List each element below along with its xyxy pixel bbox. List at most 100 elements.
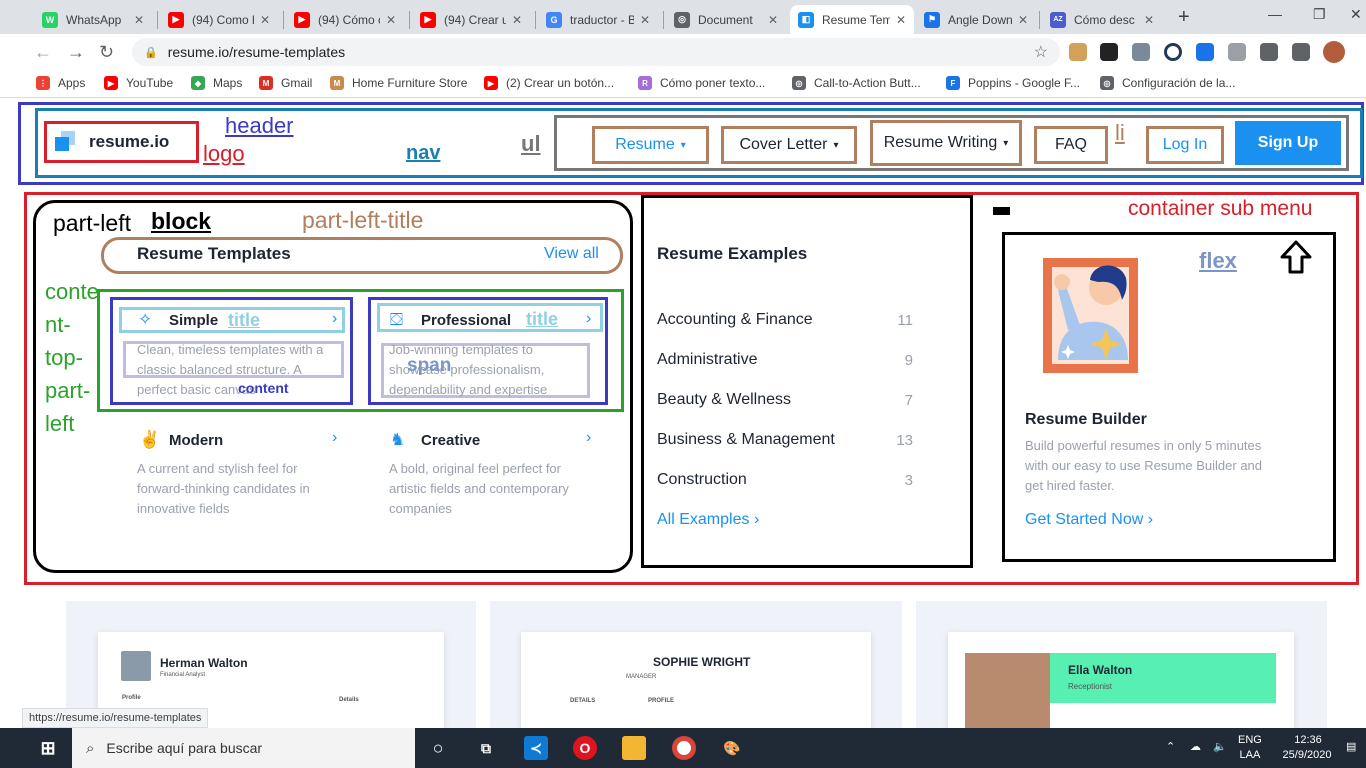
address-bar[interactable]: 🔒 resume.io/resume-templates ☆ [132,38,1060,66]
extension-circle-icon[interactable] [1164,43,1182,61]
bookmark-youtube[interactable]: ▶ YouTube [104,76,173,90]
reload-icon[interactable]: ↻ [99,42,114,63]
vscode-icon[interactable]: ≺ [524,736,548,760]
preview-role: Receptionist [1068,682,1113,691]
close-icon[interactable]: ✕ [640,13,650,27]
notifications-icon[interactable]: ▤ [1346,740,1356,755]
clock-date[interactable]: 25/9/2020 [1274,748,1340,763]
camera-icon[interactable] [1228,43,1246,61]
forward-arrow-icon[interactable]: → [67,42,85,63]
windows-start-icon[interactable]: ⊞ [36,736,60,760]
taskbar-search[interactable]: ⌕ Escribe aquí para buscar [72,728,415,768]
example-item[interactable]: Construction [657,471,747,489]
paint-icon[interactable]: 🎨 [720,736,744,760]
whatsapp-icon: W [42,11,58,28]
tab-label: WhatsApp [66,12,122,27]
tab-label: Resume Tem [822,12,890,27]
chevron-right-icon[interactable]: › [586,429,591,447]
nav-label: Cover Letter [739,136,828,153]
all-examples-link[interactable]: All Examples › [657,511,759,529]
bookmark-maps[interactable]: ◆ Maps [191,76,242,90]
bookmark-poppins[interactable]: F Poppins - Google F... [946,76,1080,90]
tab-translator[interactable]: G traductor - B ✕ [538,5,658,34]
resume-photo [121,651,151,681]
bookmark-apps[interactable]: ⋮ Apps [36,76,85,90]
extension-icon[interactable] [1069,43,1087,61]
tab-youtube-1[interactable]: ▶ (94) Como ho ✕ [160,5,278,34]
nav-label: Resume [615,136,675,153]
new-tab-button[interactable]: + [1178,6,1190,29]
example-item[interactable]: Business & Management [657,431,835,449]
show-hidden-icons[interactable]: ⌃ [1166,740,1175,755]
bookmark-star-icon[interactable]: ☆ [1034,42,1048,62]
tab-como-desc[interactable]: AZ Cómo desc ✕ [1042,5,1162,34]
card-title[interactable]: Creative [421,432,480,449]
chevron-down-icon: ▾ [833,139,839,151]
example-item[interactable]: Administrative [657,351,757,369]
bookmark-crear-boton[interactable]: ▶ (2) Crear un botón... [484,76,614,90]
tab-document[interactable]: ◎ Document ✕ [666,5,786,34]
window-close-icon[interactable]: ✕ [1350,6,1362,23]
bookmark-poner-texto[interactable]: R Cómo poner texto... [638,76,765,90]
close-icon[interactable]: ✕ [1144,13,1154,27]
extension-icon[interactable] [1132,43,1150,61]
tab-label: Document [698,12,753,27]
view-all-link[interactable]: View all [544,245,599,263]
annotation-title: title [526,309,559,329]
media-icon[interactable] [1292,43,1310,61]
close-icon[interactable]: ✕ [1018,13,1028,27]
cortana-icon[interactable]: ○ [426,736,450,760]
resume-templates-heading: Resume Templates [137,244,291,263]
close-icon[interactable]: ✕ [260,13,270,27]
close-icon[interactable]: ✕ [134,13,144,27]
puzzle-icon[interactable] [1260,43,1278,61]
close-icon[interactable]: ✕ [896,13,906,27]
restore-icon[interactable]: ❐ [1313,6,1326,23]
tab-whatsapp[interactable]: W WhatsApp ✕ [34,5,152,34]
bookmark-label: Maps [213,76,243,90]
bookmark-furniture[interactable]: M Home Furniture Store [330,76,467,90]
back-arrow-icon[interactable]: ← [34,42,52,63]
site-logo[interactable]: resume.io [44,121,199,163]
nav-resume-writing[interactable]: Resume Writing ▾ [870,120,1022,166]
bookmark-configuracion[interactable]: ◎ Configuración de la... [1100,76,1235,90]
clock-time[interactable]: 12:36 [1278,733,1338,748]
profile-avatar[interactable] [1323,41,1345,63]
tab-separator [283,11,284,29]
opera-icon[interactable]: O [573,736,597,760]
extension-crown-icon[interactable] [1100,43,1118,61]
nav-resume[interactable]: Resume ▾ [592,126,709,164]
minimize-icon[interactable]: — [1268,6,1282,22]
nav-login[interactable]: Log In [1146,126,1224,164]
tab-resume-templates[interactable]: ◧ Resume Tem ✕ [790,5,914,34]
youtube-icon: ▶ [294,11,310,28]
chevron-right-icon[interactable]: › [332,429,337,447]
tab-youtube-2[interactable]: ▶ (94) Cómo cr ✕ [286,5,404,34]
nav-cover-letter[interactable]: Cover Letter ▾ [721,126,857,164]
tab-angle-down[interactable]: ⚑ Angle Down ✕ [916,5,1036,34]
chrome-icon[interactable] [672,736,696,760]
cloud-icon[interactable]: ☁ [1190,740,1201,755]
search-icon: ⌕ [86,739,95,757]
volume-icon[interactable]: 🔈 [1213,740,1227,755]
tab-youtube-3[interactable]: ▶ (94) Crear un ✕ [412,5,530,34]
task-view-icon[interactable]: ⧉ [474,736,498,760]
get-started-link[interactable]: Get Started Now › [1025,511,1153,529]
example-item[interactable]: Beauty & Wellness [657,391,791,409]
resume-preview-paper [521,632,871,732]
close-icon[interactable]: ✕ [768,13,778,27]
close-icon[interactable]: ✕ [512,13,522,27]
card-title[interactable]: Modern [169,432,223,449]
extension-icon[interactable] [1196,43,1214,61]
bookmark-gmail[interactable]: M Gmail [259,76,312,90]
bookmark-cta[interactable]: ◎ Call-to-Action Butt... [792,76,921,90]
close-icon[interactable]: ✕ [386,13,396,27]
preview-role: MANAGER [626,674,657,680]
signup-button[interactable]: Sign Up [1235,121,1341,165]
bookmark-label: Home Furniture Store [352,76,468,90]
language-indicator[interactable]: ENG LAA [1238,733,1262,763]
nav-faq[interactable]: FAQ [1034,126,1108,164]
example-item[interactable]: Accounting & Finance [657,311,813,329]
resume-builder-illustration [1043,258,1138,373]
file-explorer-icon[interactable] [622,736,646,760]
